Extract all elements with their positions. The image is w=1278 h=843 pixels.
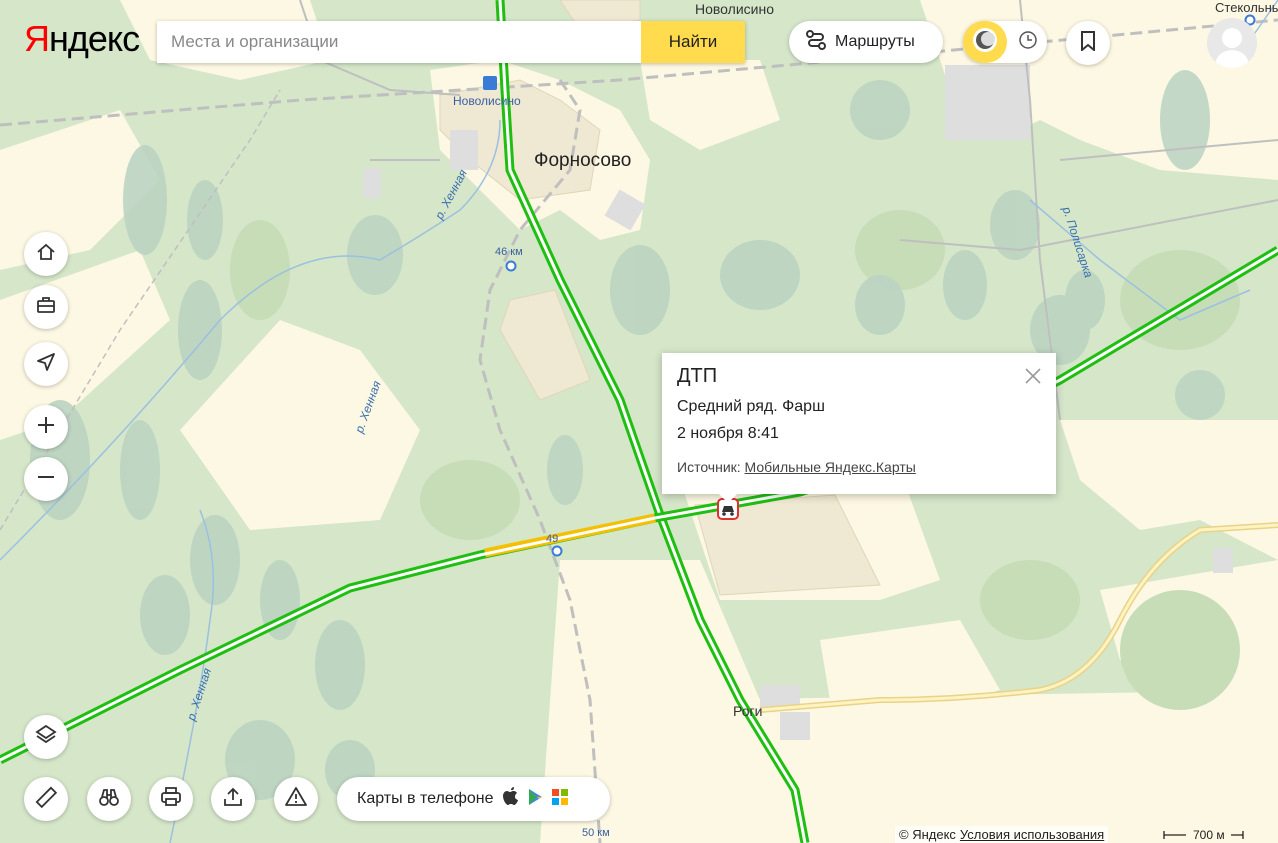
- my-location-button[interactable]: [24, 342, 68, 386]
- popup-description: Средний ряд. Фарш: [677, 398, 825, 415]
- printer-icon: [160, 786, 182, 813]
- popup-source-link[interactable]: Мобильные Яндекс.Карты: [745, 459, 916, 475]
- traffic-icon: [971, 26, 999, 59]
- print-button[interactable]: [149, 777, 193, 821]
- scale-line: [1163, 830, 1186, 839]
- label-novolisino-station: Новолисино: [453, 94, 521, 108]
- zoom-out-button[interactable]: [24, 457, 68, 501]
- layers-button[interactable]: [24, 715, 68, 759]
- yandex-logo[interactable]: Яндекс: [24, 18, 140, 60]
- home-button[interactable]: [24, 232, 68, 276]
- label-km-junction: 49: [546, 533, 559, 545]
- google-play-icon: [528, 788, 544, 811]
- label-km46: 46 км: [495, 246, 523, 258]
- mobile-apps-label: Карты в телефоне: [357, 790, 494, 807]
- traffic-control: [963, 21, 1047, 63]
- popup-close-button[interactable]: [1024, 367, 1042, 385]
- label-rogi: Роги: [733, 703, 763, 719]
- clock-icon: [1018, 30, 1038, 55]
- label-km50: 50 км: [582, 827, 610, 839]
- ruler-icon: [35, 786, 58, 813]
- mobile-apps-button[interactable]: Карты в телефоне: [337, 777, 610, 821]
- bookmarks-button[interactable]: [1066, 21, 1110, 65]
- search-input[interactable]: [157, 21, 641, 63]
- report-error-button[interactable]: [274, 777, 318, 821]
- popup-pointer: [718, 493, 738, 503]
- avatar-icon: [1215, 28, 1249, 68]
- label-fornosovo: Форносово: [534, 150, 632, 171]
- popup-date: 2 ноября 8:41: [677, 425, 779, 442]
- scale-bar: 700 м: [1163, 826, 1255, 843]
- incident-popup: ДТП Средний ряд. Фарш 2 ноября 8:41 Исто…: [662, 353, 1056, 494]
- copyright: © Яндекс Условия использования: [895, 826, 1109, 843]
- bookmark-icon: [1080, 30, 1096, 56]
- close-icon: [1024, 368, 1042, 389]
- work-button[interactable]: [24, 285, 68, 329]
- logo-letter: Я: [24, 18, 50, 59]
- logo-rest: ндекс: [49, 18, 140, 59]
- search-bar: Найти: [157, 21, 745, 63]
- popup-source: Источник: Мобильные Яндекс.Карты: [677, 459, 1041, 475]
- panorama-button[interactable]: [87, 777, 131, 821]
- layers-icon: [35, 724, 57, 751]
- zoom-in-button[interactable]: [24, 405, 68, 449]
- routes-button[interactable]: Маршруты: [789, 21, 943, 63]
- routes-label: Маршруты: [835, 33, 915, 50]
- label-novolisino: Новолисино: [695, 1, 774, 17]
- find-button-label: Найти: [668, 32, 718, 51]
- popup-title: ДТП: [677, 365, 718, 387]
- routes-icon: [805, 29, 827, 56]
- scale-label: 700 м: [1193, 827, 1225, 842]
- terms-link[interactable]: Условия использования: [960, 827, 1104, 842]
- share-button[interactable]: [211, 777, 255, 821]
- plus-icon: [36, 415, 56, 440]
- user-avatar[interactable]: [1207, 18, 1257, 68]
- windows-icon: [551, 788, 568, 810]
- location-arrow-icon: [36, 352, 56, 377]
- traffic-forecast-button[interactable]: [1009, 21, 1047, 63]
- home-icon: [36, 242, 56, 267]
- copyright-text: © Яндекс: [899, 827, 956, 842]
- popup-source-label: Источник:: [677, 459, 741, 475]
- scale-line-end: [1230, 830, 1244, 839]
- label-stekolny: Стекольны: [1215, 0, 1278, 15]
- minus-icon: [36, 467, 56, 492]
- share-icon: [222, 786, 244, 813]
- traffic-toggle[interactable]: [963, 21, 1007, 63]
- ruler-button[interactable]: [24, 777, 68, 821]
- apple-icon: [502, 786, 520, 812]
- binoculars-icon: [98, 786, 120, 813]
- briefcase-icon: [36, 295, 56, 320]
- warning-icon: [285, 786, 307, 813]
- find-button[interactable]: Найти: [641, 21, 745, 63]
